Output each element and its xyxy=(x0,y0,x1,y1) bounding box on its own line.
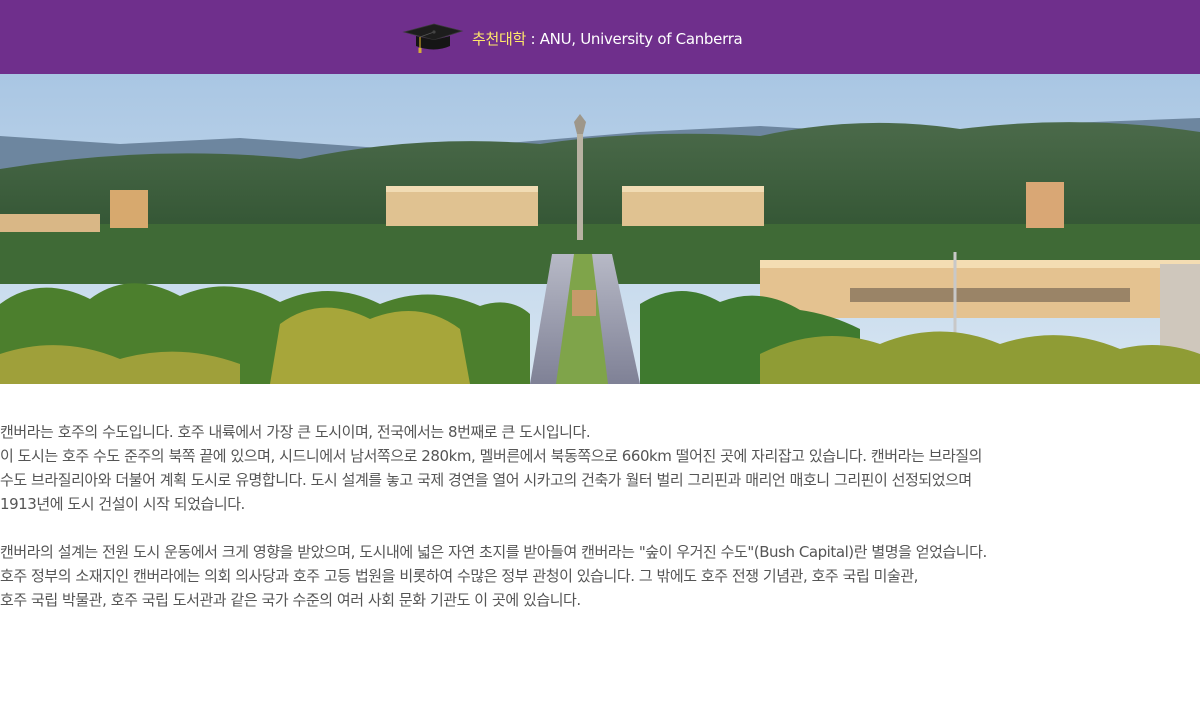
university-names: : ANU, University of Canberra xyxy=(526,29,743,48)
description-text: 캔버라는 호주의 수도입니다. 호주 내륙에서 가장 큰 도시이며, 전국에서는… xyxy=(0,420,1190,612)
header-title: 추천대학 : ANU, University of Canberra xyxy=(472,28,743,49)
paragraph1-line1: 캔버라는 호주의 수도입니다. 호주 내륙에서 가장 큰 도시이며, 전국에서는… xyxy=(0,423,591,441)
paragraph1-line2: 이 도시는 호주 수도 준주의 북쪽 끝에 있으며, 시드니에서 남서쪽으로 2… xyxy=(0,447,983,465)
paragraph1-line4: 1913년에 도시 건설이 시작 되었습니다. xyxy=(0,495,245,513)
graduation-cap-icon xyxy=(402,23,464,53)
recommended-university-label: 추천대학 xyxy=(472,29,527,48)
paragraph2-line3: 호주 국립 박물관, 호주 국립 도서관과 같은 국가 수준의 여러 사회 문화… xyxy=(0,591,581,609)
paragraph2-line1: 캔버라의 설계는 전원 도시 운동에서 크게 영향을 받았으며, 도시내에 넓은… xyxy=(0,543,987,561)
canberra-panorama-image xyxy=(0,74,1200,384)
header-title-group: 추천대학 : ANU, University of Canberra xyxy=(402,22,743,54)
paragraph2-line2: 호주 정부의 소재지인 캔버라에는 의회 의사당과 호주 고등 법원을 비롯하여… xyxy=(0,567,918,585)
header-bar: 추천대학 : ANU, University of Canberra xyxy=(0,0,1200,75)
paragraph1-line3: 수도 브라질리아와 더불어 계획 도시로 유명합니다. 도시 설계를 놓고 국제… xyxy=(0,471,972,489)
